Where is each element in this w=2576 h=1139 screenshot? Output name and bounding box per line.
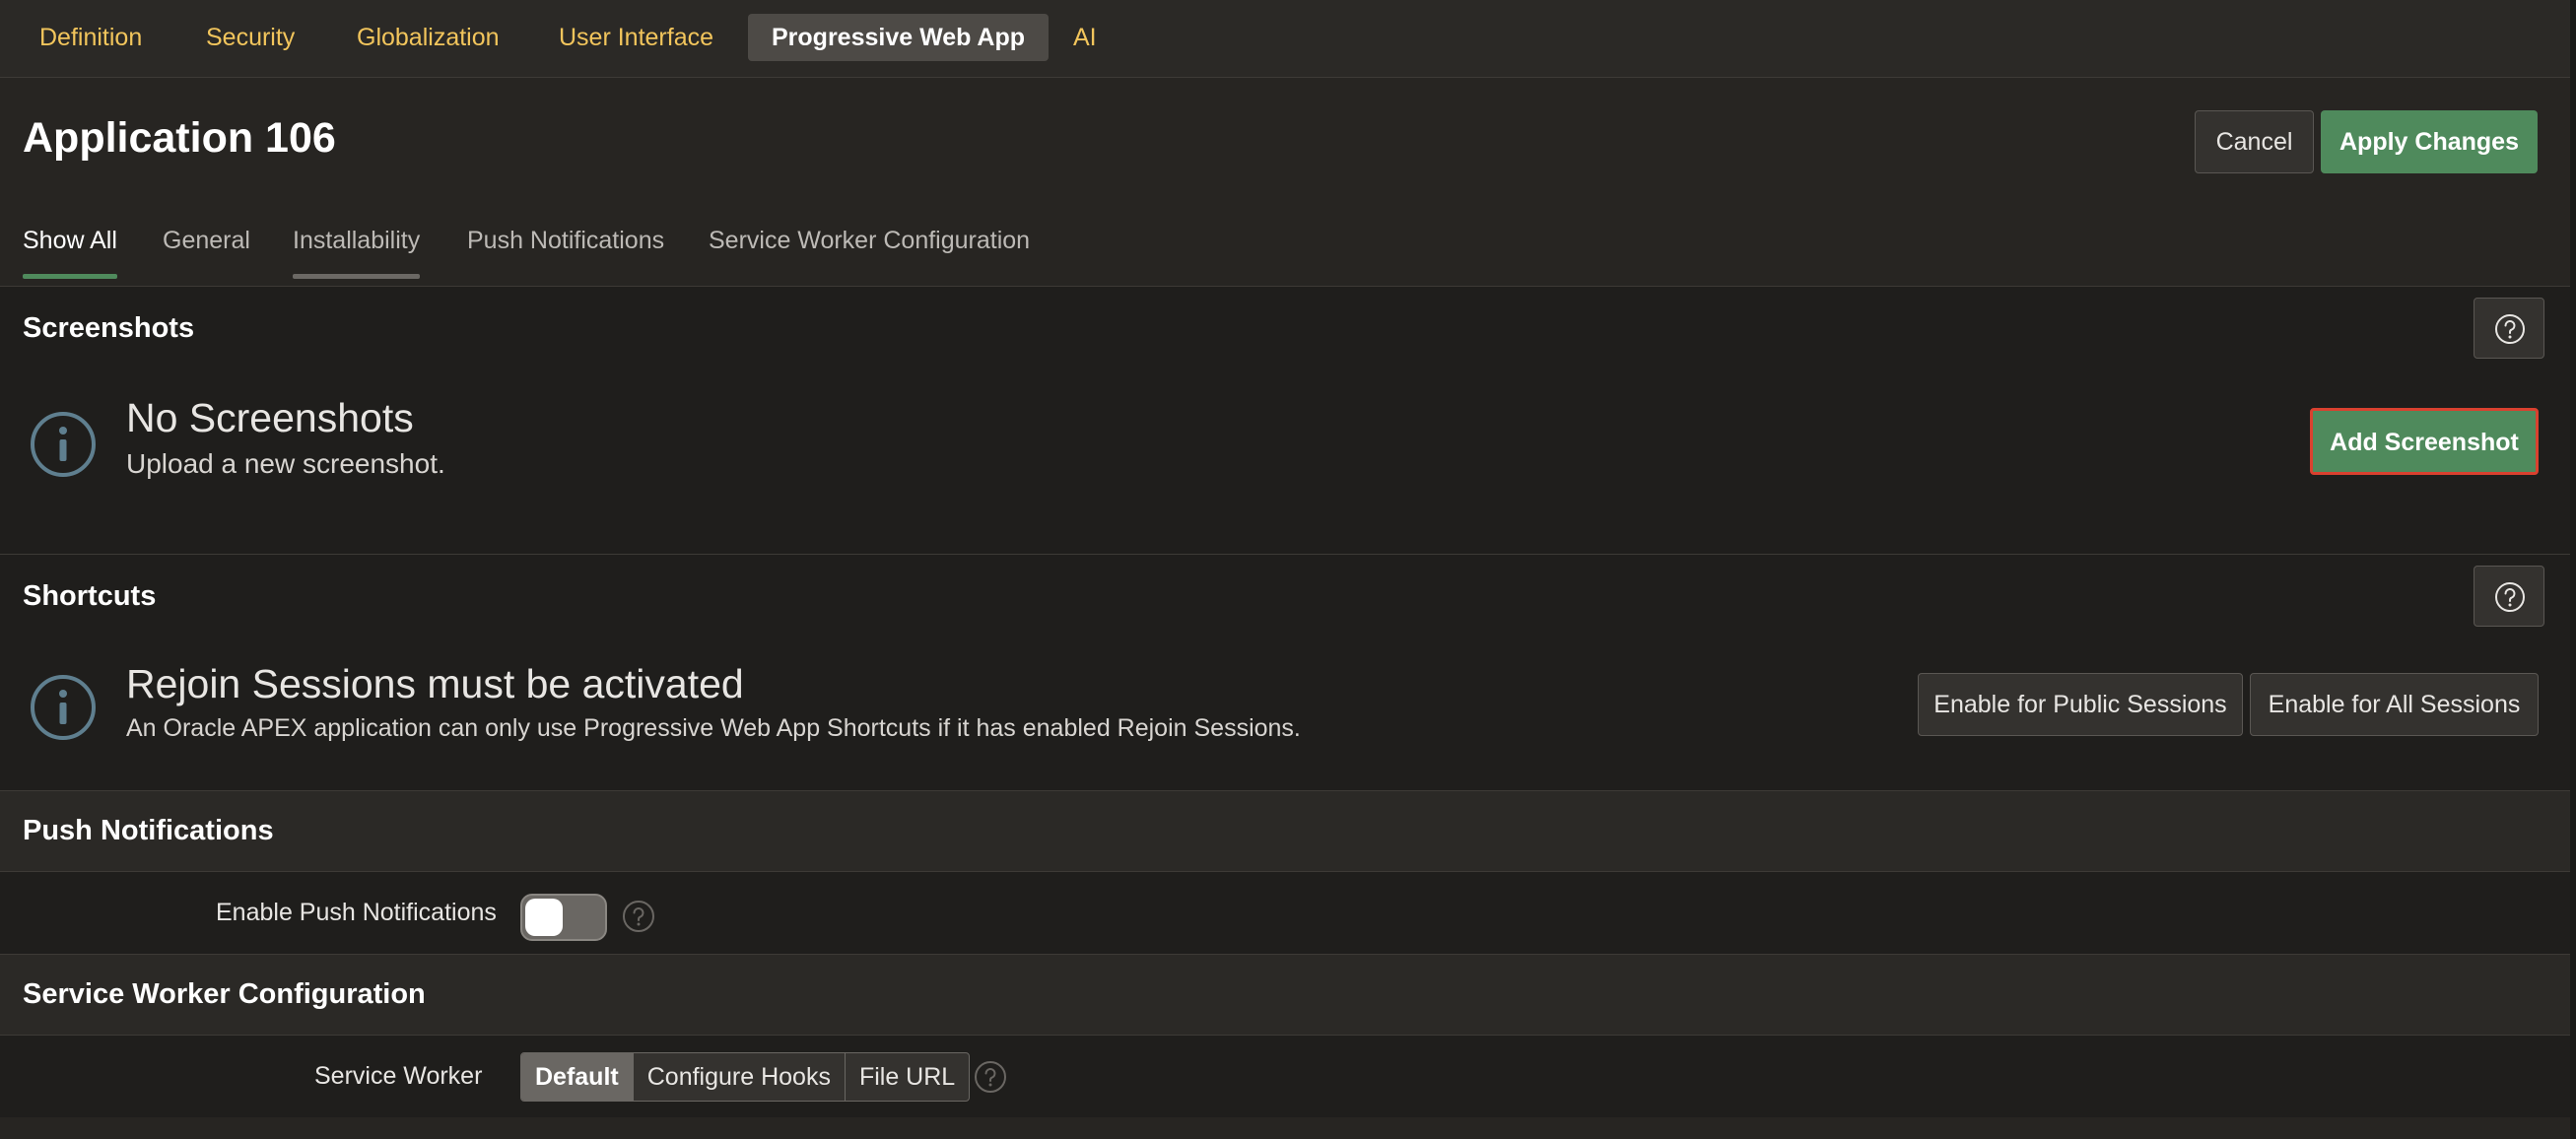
service-worker-selector: Default Configure Hooks File URL (520, 1052, 971, 1102)
page-title: Application 106 (23, 114, 336, 162)
subtab-label: Service Worker Configuration (709, 227, 1031, 254)
top-tab-progressive-web-app[interactable]: Progressive Web App (748, 14, 1050, 61)
subtab-label: Push Notifications (467, 227, 665, 254)
enable-push-toggle[interactable] (520, 894, 607, 941)
toggle-knob (525, 899, 563, 936)
info-icon (31, 675, 96, 740)
subtab-label: General (163, 227, 250, 254)
info-icon (31, 412, 96, 477)
top-tab-ai[interactable]: AI (1050, 14, 1120, 61)
option-default[interactable]: Default (521, 1053, 634, 1101)
enable-all-sessions-button[interactable]: Enable for All Sessions (2250, 673, 2539, 736)
subtab-label: Show All (23, 227, 117, 254)
question-icon[interactable] (622, 900, 655, 933)
active-tab-indicator (23, 274, 117, 279)
option-configure-hooks[interactable]: Configure Hooks (634, 1053, 846, 1101)
enable-push-label: Enable Push Notifications (216, 899, 497, 926)
push-notifications-header: Push Notifications (0, 790, 2576, 871)
shortcuts-help-button[interactable] (2474, 566, 2544, 627)
subtab-show-all[interactable]: Show All (23, 227, 117, 282)
top-tab-security[interactable]: Security (182, 14, 318, 61)
service-worker-label: Service Worker (314, 1062, 483, 1090)
top-tab-definition[interactable]: Definition (16, 14, 166, 61)
empty-state-title: No Screenshots (126, 395, 414, 440)
scrollbar-track[interactable] (2570, 0, 2576, 1139)
question-icon (2495, 314, 2525, 344)
apply-changes-button[interactable]: Apply Changes (2321, 110, 2538, 173)
top-tab-user-interface[interactable]: User Interface (535, 14, 737, 61)
top-navigation: Definition Security Globalization User I… (0, 0, 2576, 78)
screenshots-title: Screenshots (23, 312, 195, 344)
notice-title: Rejoin Sessions must be activated (126, 661, 744, 706)
top-tab-globalization[interactable]: Globalization (333, 14, 523, 61)
hover-tab-indicator (293, 274, 421, 279)
push-notifications-row: Enable Push Notifications (0, 871, 2576, 954)
cancel-button[interactable]: Cancel (2195, 110, 2314, 173)
service-worker-title: Service Worker Configuration (23, 978, 426, 1010)
question-icon[interactable] (974, 1060, 1007, 1094)
subtab-push-notifications[interactable]: Push Notifications (467, 227, 664, 282)
screenshots-region: Screenshots No Screenshots Upload a new … (0, 286, 2576, 554)
screenshots-help-button[interactable] (2474, 298, 2544, 359)
shortcuts-title: Shortcuts (23, 580, 157, 612)
add-screenshot-button[interactable]: Add Screenshot (2310, 408, 2539, 475)
shortcuts-region: Shortcuts Rejoin Sessions must be activa… (0, 554, 2576, 790)
notice-message: An Oracle APEX application can only use … (126, 714, 1301, 742)
subtab-installability[interactable]: Installability (293, 227, 421, 282)
service-worker-header: Service Worker Configuration (0, 954, 2576, 1035)
enable-public-sessions-button[interactable]: Enable for Public Sessions (1918, 673, 2243, 736)
empty-state-message: Upload a new screenshot. (126, 448, 445, 479)
push-notifications-title: Push Notifications (23, 815, 274, 846)
subtab-service-worker-configuration[interactable]: Service Worker Configuration (709, 227, 1030, 282)
option-file-url[interactable]: File URL (846, 1053, 969, 1101)
service-worker-row: Service Worker Default Configure Hooks F… (0, 1035, 2576, 1117)
subtab-general[interactable]: General (163, 227, 250, 282)
question-icon (2495, 582, 2525, 612)
subtab-label: Installability (293, 227, 421, 254)
